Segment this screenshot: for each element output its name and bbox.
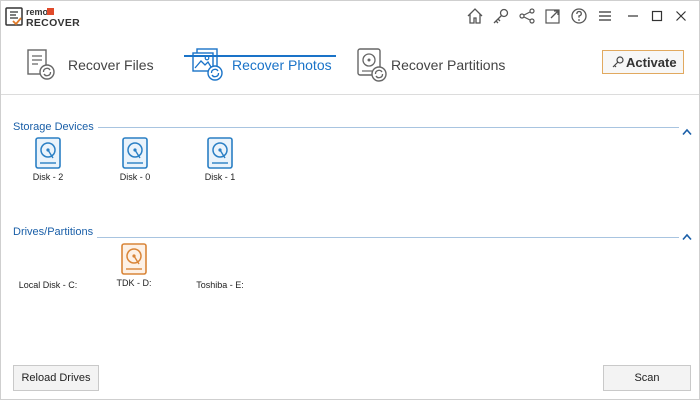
disk-icon <box>35 137 61 169</box>
device-label: Disk - 2 <box>32 172 64 182</box>
drive-label: TDK - D: <box>116 278 152 288</box>
external-link-icon[interactable] <box>543 6 563 26</box>
key-icon <box>611 55 625 69</box>
recover-partitions-icon <box>355 47 391 83</box>
close-icon[interactable] <box>671 6 691 26</box>
tab-recover-partitions[interactable]: Recover Partitions <box>355 35 505 91</box>
device-label: Disk - 1 <box>204 172 236 182</box>
drives-section-title: Drives/Partitions <box>13 226 98 238</box>
drive-label: Toshiba - E: <box>196 280 244 290</box>
disk-icon <box>207 137 233 169</box>
header-divider <box>1 94 699 95</box>
tab-bar: Recover Files Recover Photos Recover Par… <box>1 35 699 93</box>
svg-text:RECOVER: RECOVER <box>26 17 80 28</box>
title-icons <box>465 6 695 26</box>
home-icon[interactable] <box>465 6 485 26</box>
collapse-drives-icon[interactable] <box>682 228 692 241</box>
key-icon[interactable] <box>491 6 511 26</box>
active-tab-indicator <box>184 55 336 57</box>
maximize-icon[interactable] <box>647 6 667 26</box>
drive-label: Local Disk - C: <box>18 280 78 290</box>
tab-recover-files-label: Recover Files <box>68 57 154 73</box>
activate-label: Activate <box>626 55 677 70</box>
storage-device[interactable]: Disk - 2 <box>8 137 88 182</box>
drive-item[interactable]: Toshiba - E: <box>180 277 260 290</box>
activate-button[interactable]: Activate <box>602 50 684 74</box>
app-window: remo RECOVER Recover Files Recover Photo… <box>0 0 700 400</box>
drive-item[interactable]: TDK - D: <box>94 243 174 288</box>
drive-item[interactable]: Local Disk - C: <box>8 277 88 290</box>
help-icon[interactable] <box>569 6 589 26</box>
minimize-icon[interactable] <box>623 6 643 26</box>
share-icon[interactable] <box>517 6 537 26</box>
recover-photos-icon <box>191 47 227 83</box>
reload-drives-button[interactable]: Reload Drives <box>13 365 99 391</box>
scan-button[interactable]: Scan <box>603 365 691 391</box>
disk-icon <box>122 137 148 169</box>
collapse-storage-icon[interactable] <box>682 123 692 136</box>
tab-recover-partitions-label: Recover Partitions <box>391 57 506 73</box>
disk-icon <box>121 243 147 275</box>
svg-text:remo: remo <box>26 7 49 17</box>
storage-section-title: Storage Devices <box>13 121 98 133</box>
menu-icon[interactable] <box>595 6 615 26</box>
storage-device[interactable]: Disk - 0 <box>95 137 175 182</box>
storage-device[interactable]: Disk - 1 <box>180 137 260 182</box>
title-bar: remo RECOVER <box>1 1 699 31</box>
app-logo: remo RECOVER <box>5 6 97 29</box>
device-label: Disk - 0 <box>119 172 151 182</box>
storage-section-rule <box>13 127 679 128</box>
tab-recover-files[interactable]: Recover Files <box>25 35 155 91</box>
recover-files-icon <box>25 47 61 83</box>
tab-recover-photos-label: Recover Photos <box>232 57 332 73</box>
drives-section-rule <box>13 237 679 238</box>
tab-recover-photos[interactable]: Recover Photos <box>191 35 332 91</box>
